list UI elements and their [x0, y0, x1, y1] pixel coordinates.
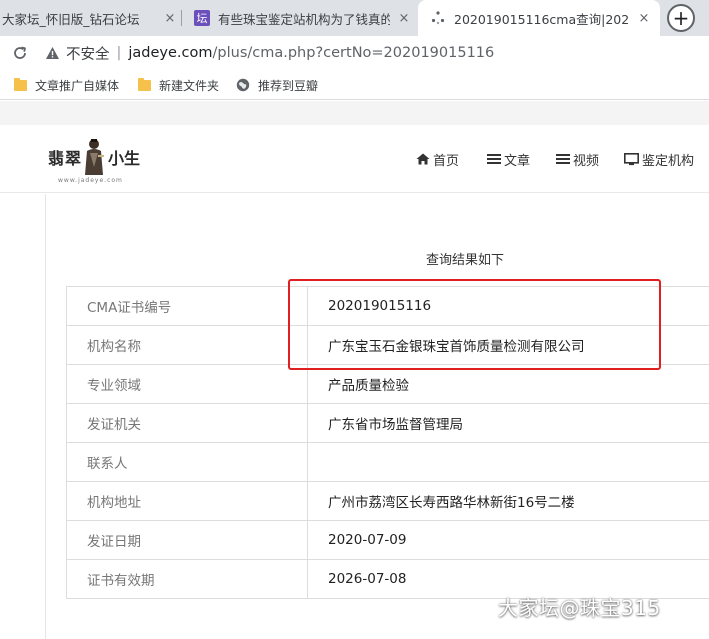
table-row: 发证日期 2020-07-09 — [66, 520, 709, 560]
row-label: 发证日期 — [66, 520, 308, 560]
nav-item-institutions[interactable]: 鉴定机构 — [624, 150, 695, 169]
list-icon — [556, 153, 570, 165]
logo-text-right: 小生 — [108, 149, 141, 168]
nav-label: 视频 — [573, 153, 600, 169]
bookmarks-bar: 文章推广自媒体 新建文件夹 推荐到豆瓣 — [0, 70, 709, 100]
tab-separator — [181, 10, 182, 26]
omnibox-divider: | — [116, 45, 122, 61]
logo-text-left: 翡翠 — [48, 149, 83, 168]
bookmark-item[interactable]: 推荐到豆瓣 — [236, 76, 318, 94]
new-tab-button[interactable]: + — [667, 4, 695, 32]
result-title: 查询结果如下 — [425, 253, 504, 268]
browser-toolbar: 不安全 | jadeye.com /plus/cma.php?certNo=20… — [0, 36, 709, 70]
forum-logo-icon: 坛 — [194, 10, 210, 26]
warning-icon[interactable] — [44, 45, 60, 61]
row-value: 产品质量检验 — [307, 364, 709, 404]
address-bar[interactable]: 不安全 | jadeye.com /plus/cma.php?certNo=20… — [44, 39, 709, 67]
nav-item-home[interactable]: 首页 — [416, 150, 460, 169]
row-value: 广州市荔湾区长寿西路华林新街16号二楼 — [307, 481, 709, 521]
web-page: 翡翠 小生 www.jadeye.com 首页 文章 视频 鉴定机构 查询结果如… — [0, 101, 709, 639]
folder-icon — [14, 77, 27, 91]
bookmark-item[interactable]: 新建文件夹 — [138, 76, 219, 94]
row-label: 发证机关 — [66, 403, 308, 443]
page-top-band — [0, 101, 709, 125]
row-label: 机构名称 — [66, 325, 308, 365]
tab-strip: 大家坛_怀旧版_钻石论坛 × 坛 有些珠宝鉴定站机构为了钱真的是 × 20201… — [0, 0, 709, 36]
tab-close-icon[interactable]: × — [162, 10, 178, 26]
bookmark-label: 推荐到豆瓣 — [258, 78, 319, 93]
loading-icon — [430, 10, 446, 26]
folder-icon — [138, 77, 151, 91]
globe-icon — [236, 78, 250, 92]
row-value: 广东宝玉石金银珠宝首饰质量检测有限公司 — [307, 325, 709, 365]
url-host: jadeye.com — [128, 45, 213, 61]
tab-forum-home[interactable]: 大家坛_怀旧版_钻石论坛 × — [0, 0, 178, 36]
row-label: 联系人 — [66, 442, 308, 482]
row-label: 证书有效期 — [66, 559, 308, 599]
row-label: 专业领域 — [66, 364, 308, 404]
row-label: 机构地址 — [66, 481, 308, 521]
table-row: 机构名称 广东宝玉石金银珠宝首饰质量检测有限公司 — [66, 325, 709, 365]
tab-title: 有些珠宝鉴定站机构为了钱真的是 — [218, 11, 390, 27]
bookmark-item[interactable]: 文章推广自媒体 — [14, 76, 119, 94]
nav-label: 首页 — [433, 153, 460, 169]
bookmark-label: 新建文件夹 — [159, 78, 220, 93]
security-label[interactable]: 不安全 — [66, 43, 110, 64]
bookmark-label: 文章推广自媒体 — [35, 78, 120, 93]
table-row: 发证机关 广东省市场监督管理局 — [66, 403, 709, 443]
nav-item-articles[interactable]: 文章 — [487, 150, 531, 169]
watermark: 大家坛@珠宝315 — [498, 596, 661, 620]
tab-close-icon[interactable]: × — [636, 10, 652, 26]
home-icon — [416, 153, 430, 165]
list-icon — [487, 153, 501, 165]
row-value: 202019015116 — [307, 286, 709, 326]
nav-item-videos[interactable]: 视频 — [556, 150, 600, 169]
reload-icon[interactable] — [8, 41, 32, 65]
row-value — [307, 442, 709, 482]
site-header: 翡翠 小生 www.jadeye.com 首页 文章 视频 鉴定机构 — [0, 125, 709, 193]
row-label: CMA证书编号 — [66, 286, 308, 326]
tab-close-icon[interactable]: × — [396, 10, 412, 26]
nav-label: 鉴定机构 — [642, 153, 695, 169]
tab-forum-thread[interactable]: 坛 有些珠宝鉴定站机构为了钱真的是 × — [186, 0, 412, 36]
logo-subtitle: www.jadeye.com — [58, 177, 123, 184]
row-value: 2020-07-09 — [307, 520, 709, 560]
scholar-figure-icon — [82, 137, 106, 177]
site-logo[interactable]: 翡翠 小生 www.jadeye.com — [44, 137, 150, 189]
row-value: 广东省市场监督管理局 — [307, 403, 709, 443]
url-path: /plus/cma.php?certNo=202019015116 — [212, 45, 495, 61]
tab-title: 202019015116cma查询|20201 — [454, 11, 630, 27]
table-row: CMA证书编号 202019015116 — [66, 286, 709, 326]
tab-title: 大家坛_怀旧版_钻石论坛 — [2, 11, 140, 27]
nav-label: 文章 — [504, 153, 531, 169]
cma-result-table: CMA证书编号 202019015116 机构名称 广东宝玉石金银珠宝首饰质量检… — [66, 286, 709, 599]
tab-cma-query[interactable]: 202019015116cma查询|20201 × — [418, 0, 660, 36]
monitor-icon — [624, 152, 639, 166]
table-row: 机构地址 广州市荔湾区长寿西路华林新街16号二楼 — [66, 481, 709, 521]
table-row: 专业领域 产品质量检验 — [66, 364, 709, 404]
table-row: 联系人 — [66, 442, 709, 482]
